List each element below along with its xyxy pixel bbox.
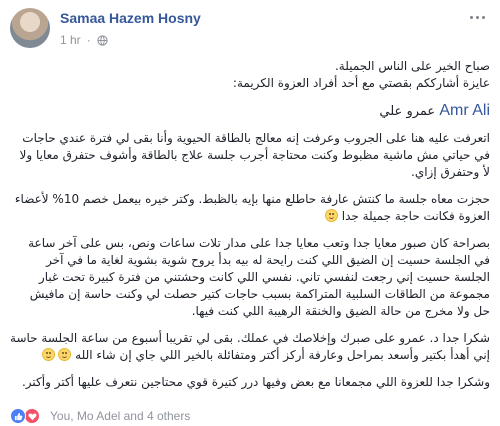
avatar[interactable] [10, 8, 50, 48]
reactions-summary[interactable]: You, Mo Adel and 4 others [50, 409, 190, 423]
more-options-icon[interactable] [464, 8, 490, 26]
paragraph-1: اتعرفت عليه هنا على الجروب وعرفت إنه معا… [19, 131, 490, 179]
paragraph-2-text: حجزت معاه جلسة ما كنتش عارفة حاطلع منها … [14, 192, 490, 223]
love-icon [24, 408, 40, 424]
reaction-icons [10, 408, 44, 424]
mention-link[interactable]: Amr Ali [439, 102, 490, 119]
reactions-bar[interactable]: You, Mo Adel and 4 others [10, 408, 190, 424]
post-body: صباح الخير على الناس الجميلة. عايزة أشار… [10, 58, 490, 401]
paragraph-2: حجزت معاه جلسة ما كنتش عارفة حاطلع منها … [10, 191, 490, 225]
dot-separator: · [86, 33, 91, 47]
paragraph-3: بصراحة كان صبور معايا جدا وتعب معايا جدا… [28, 236, 490, 318]
post-header: Samaa Hazem Hosny 1 hr · [0, 0, 500, 50]
greeting: صباح الخير على الناس الجميلة. عايزة أشار… [10, 58, 490, 92]
paragraph-4: شكرا جدا د. عمرو على صبرك وإخلاصك في عمل… [10, 330, 490, 364]
paragraph-5: وشكرا جدا للعزوة اللي مجمعانا مع بعض وفي… [21, 375, 490, 389]
mention-line: Amr Ali عمرو علي [10, 102, 490, 120]
greeting-line-2: عايزة أشارككم بقصتي مع أحد أفراد العزوة … [232, 76, 490, 90]
like-icon [10, 408, 26, 424]
smiley-emoji-icon [324, 209, 338, 222]
mention-arabic-name: عمرو علي [379, 104, 436, 119]
globe-icon [97, 34, 108, 46]
smiley-emoji-icon [58, 348, 72, 361]
post-time[interactable]: 1 hr [60, 33, 81, 47]
paragraph-4-text: شكرا جدا د. عمرو على صبرك وإخلاصك في عمل… [10, 331, 490, 362]
author-name[interactable]: Samaa Hazem Hosny [60, 10, 201, 26]
greeting-line-1: صباح الخير على الناس الجميلة. [334, 59, 490, 73]
smiley-emoji-icon [41, 348, 55, 361]
post-meta: 1 hr · [60, 33, 108, 47]
